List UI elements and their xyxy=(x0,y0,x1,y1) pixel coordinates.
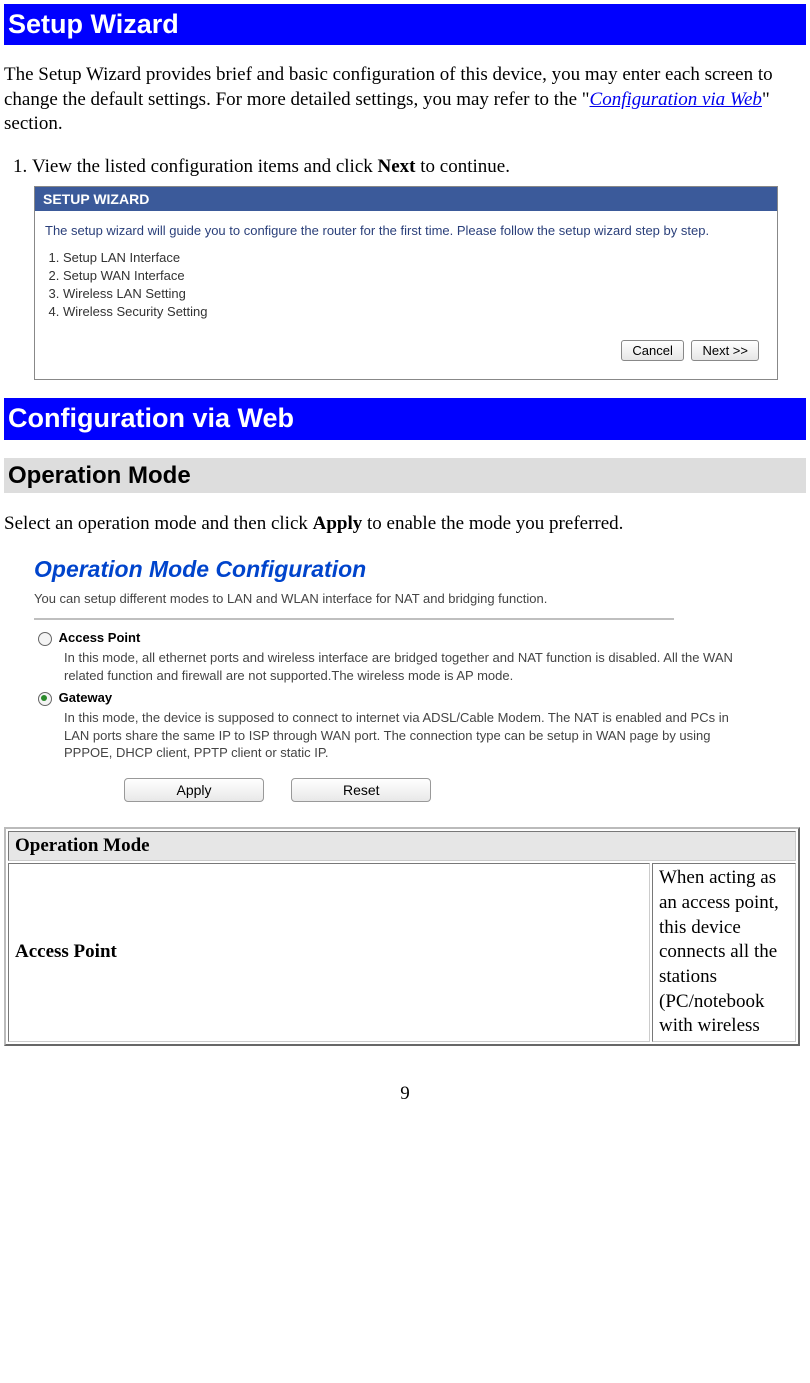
table-row: Access Point When acting as an access po… xyxy=(8,863,796,1042)
wizard-item-1: Setup LAN Interface xyxy=(63,250,767,267)
heading-setup-wizard: Setup Wizard xyxy=(4,4,806,45)
radio-gateway[interactable] xyxy=(38,692,52,706)
link-config-via-web[interactable]: Configuration via Web xyxy=(590,89,762,110)
heading-config-via-web: Configuration via Web xyxy=(4,398,806,439)
divider xyxy=(34,618,674,620)
wizard-item-4: Wireless Security Setting xyxy=(63,304,767,321)
cancel-button[interactable]: Cancel xyxy=(621,340,683,361)
heading-operation-mode: Operation Mode xyxy=(4,458,806,493)
operation-mode-table: Operation Mode Access Point When acting … xyxy=(4,827,800,1047)
option-access-point-label: Access Point xyxy=(59,630,141,645)
apply-button[interactable]: Apply xyxy=(124,778,264,802)
radio-access-point[interactable] xyxy=(38,632,52,646)
table-cell-mode-name: Access Point xyxy=(8,863,650,1042)
wizard-item-3: Wireless LAN Setting xyxy=(63,286,767,303)
option-gateway-desc: In this mode, the device is supposed to … xyxy=(64,709,734,762)
step1-suffix: to continue. xyxy=(416,156,510,177)
opmode-intro-suffix: to enable the mode you preferred. xyxy=(362,513,623,534)
opmode-intro: Select an operation mode and then click … xyxy=(4,512,806,537)
figure-operation-mode: Operation Mode Configuration You can set… xyxy=(34,555,734,802)
wizard-item-2: Setup WAN Interface xyxy=(63,268,767,285)
opmode-intro-bold: Apply xyxy=(313,513,363,534)
option-access-point-desc: In this mode, all ethernet ports and wir… xyxy=(64,649,734,684)
figure-setup-wizard: SETUP WIZARD The setup wizard will guide… xyxy=(34,186,778,381)
opmode-intro-prefix: Select an operation mode and then click xyxy=(4,513,313,534)
figure-setup-wizard-header: SETUP WIZARD xyxy=(35,187,777,211)
step-list: View the listed configuration items and … xyxy=(4,155,806,180)
figure-opmode-title: Operation Mode Configuration xyxy=(34,555,734,585)
reset-button[interactable]: Reset xyxy=(291,778,431,802)
table-header: Operation Mode xyxy=(8,831,796,862)
option-access-point[interactable]: Access Point In this mode, all ethernet … xyxy=(38,630,734,684)
table-header-row: Operation Mode xyxy=(8,831,796,862)
next-button[interactable]: Next >> xyxy=(691,340,759,361)
figure-opmode-subtitle: You can setup different modes to LAN and… xyxy=(34,591,734,608)
option-gateway-label: Gateway xyxy=(59,690,112,705)
step1-prefix: View the listed configuration items and … xyxy=(32,156,378,177)
step-item-1: View the listed configuration items and … xyxy=(32,155,806,180)
page-number: 9 xyxy=(4,1082,806,1107)
figure-setup-wizard-intro: The setup wizard will guide you to confi… xyxy=(45,223,767,240)
table-cell-mode-desc: When acting as an access point, this dev… xyxy=(652,863,796,1042)
option-gateway[interactable]: Gateway In this mode, the device is supp… xyxy=(38,690,734,762)
step1-bold: Next xyxy=(378,156,416,177)
intro-paragraph: The Setup Wizard provides brief and basi… xyxy=(4,63,806,137)
